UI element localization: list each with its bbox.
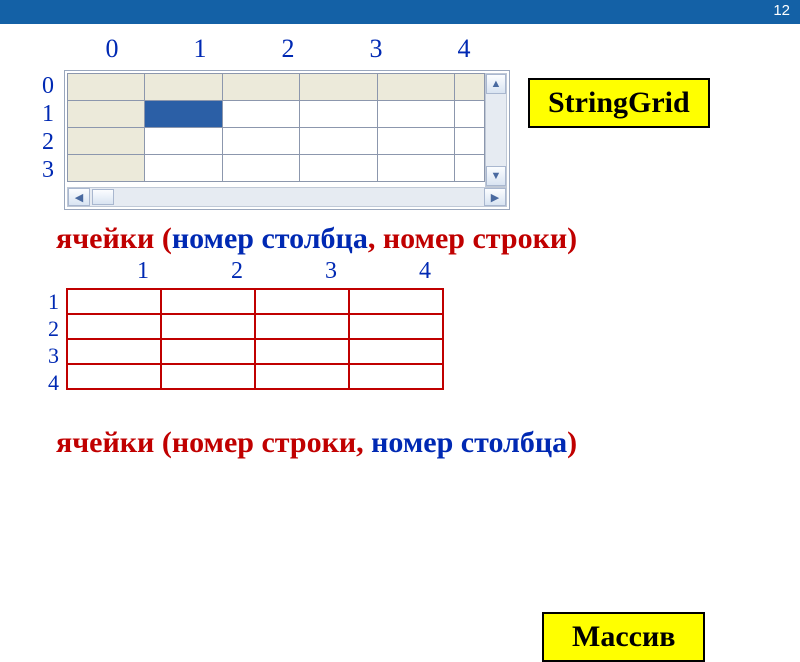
chevron-left-icon: ◀ [75,191,83,204]
selected-cell[interactable] [145,101,222,128]
row-index: 1 [42,100,54,128]
col-index: 4 [378,258,472,285]
col-index: 3 [284,258,378,285]
chevron-right-icon: ▶ [491,191,499,204]
array-col-headers: 1 2 3 4 [96,258,472,285]
col-index: 0 [68,34,156,64]
scroll-thumb[interactable] [92,189,114,205]
array-label: Массив [542,612,705,662]
array-grid [66,288,444,390]
row-index: 2 [42,128,54,156]
scroll-left-button[interactable]: ◀ [68,188,90,206]
caption-stringgrid: ячейки (номер столбца, номер строки) [56,222,772,256]
stringgrid-control[interactable]: ▲ ▼ ◀ ▶ [64,70,510,210]
horizontal-scrollbar[interactable]: ◀ ▶ [67,187,507,207]
stringgrid-label: StringGrid [528,78,710,128]
row-index: 2 [48,315,59,342]
row-index: 3 [48,342,59,369]
scroll-right-button[interactable]: ▶ [484,188,506,206]
row-index: 1 [48,288,59,315]
chevron-up-icon: ▲ [491,78,502,90]
col-index: 2 [190,258,284,285]
array-row-headers: 1 2 3 4 [48,288,59,396]
stringgrid-section: 0 1 2 3 4 0 1 2 3 ▲ ▼ [28,34,772,214]
title-bar: 12 [0,0,800,24]
stringgrid-row-headers: 0 1 2 3 [42,72,54,184]
row-index: 4 [48,369,59,396]
col-index: 1 [156,34,244,64]
stringgrid-cells[interactable] [67,73,485,182]
array-section: 1 2 3 4 1 2 3 4 Массив [42,258,772,418]
col-index: 3 [332,34,420,64]
row-index: 0 [42,72,54,100]
chevron-down-icon: ▼ [491,170,502,182]
stringgrid-col-headers: 0 1 2 3 4 [68,34,508,64]
slide-number: 12 [773,2,790,19]
row-index: 3 [42,156,54,184]
vertical-scrollbar[interactable]: ▲ ▼ [485,73,507,187]
col-index: 1 [96,258,190,285]
scroll-down-button[interactable]: ▼ [486,166,506,186]
col-index: 2 [244,34,332,64]
caption-array: ячейки (номер строки, номер столбца) [56,426,772,460]
col-index: 4 [420,34,508,64]
scroll-up-button[interactable]: ▲ [486,74,506,94]
